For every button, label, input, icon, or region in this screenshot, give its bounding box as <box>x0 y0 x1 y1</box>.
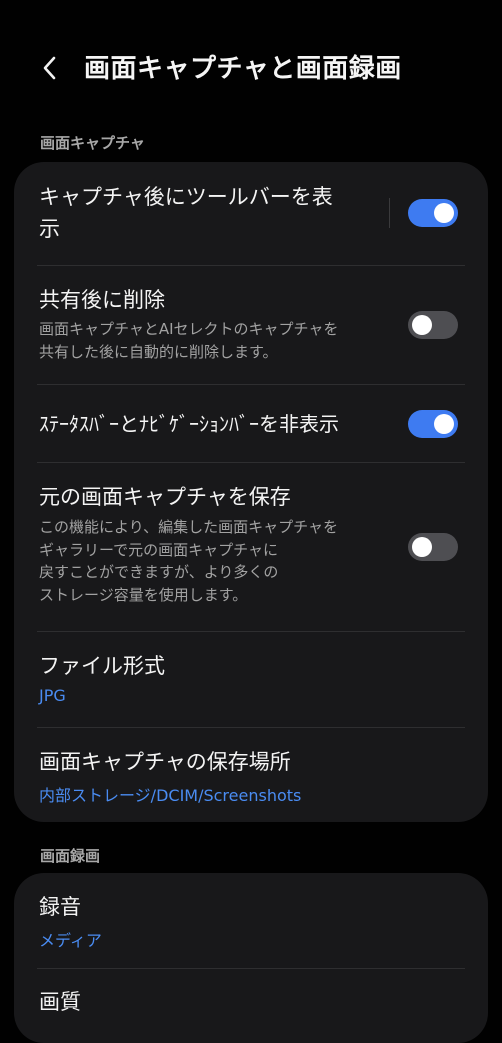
hide-status-nav-bar-toggle[interactable] <box>408 410 458 438</box>
back-button[interactable] <box>30 48 70 88</box>
description-line: 共有した後に自動的に削除します。 <box>39 342 278 361</box>
toggle-knob <box>434 203 454 223</box>
setting-title: 録音 <box>39 895 81 919</box>
screen-capture-card: キャプチャ後にツールバーを表 示 共有後に削除 画面キャプチャとAIセレクトのキ… <box>14 162 488 822</box>
delete-after-share-toggle[interactable] <box>408 311 458 339</box>
app-header: 画面キャプチャと画面録画 <box>0 0 502 130</box>
setting-toolbar-after-capture[interactable]: キャプチャ後にツールバーを表 示 <box>14 162 488 266</box>
setting-value: 内部ストレージ/DCIM/Screenshots <box>39 786 302 805</box>
toolbar-after-capture-toggle[interactable] <box>408 199 458 227</box>
section-label-screen-recording: 画面録画 <box>40 847 101 865</box>
setting-title: 共有後に削除 <box>39 288 165 312</box>
description-line: ストレージ容量を使用します。 <box>39 585 248 604</box>
setting-description: 画面キャプチャとAIセレクトのキャプチャを 共有した後に自動的に削除します。 <box>39 318 389 363</box>
setting-title: キャプチャ後にツールバーを表 示 <box>39 181 333 245</box>
page-title: 画面キャプチャと画面録画 <box>84 54 402 84</box>
setting-title: ｽﾃｰﾀｽﾊﾞｰとﾅﾋﾞｹﾞｰｼｮﾝﾊﾞｰを非表示 <box>39 412 339 436</box>
toggle-knob <box>412 315 432 335</box>
setting-save-location[interactable]: 画面キャプチャの保存場所 内部ストレージ/DCIM/Screenshots <box>14 728 488 822</box>
chevron-left-icon <box>43 56 56 80</box>
setting-title: 画質 <box>39 990 81 1014</box>
description-line: 画面キャプチャとAIセレクトのキャプチャを <box>39 320 339 338</box>
setting-value: メディア <box>39 931 102 950</box>
setting-title: 画面キャプチャの保存場所 <box>39 750 291 774</box>
setting-file-format[interactable]: ファイル形式 JPG <box>14 632 488 727</box>
setting-audio[interactable]: 録音 メディア <box>14 873 488 968</box>
description-line: この機能により、編集した画面キャプチャを <box>39 518 338 536</box>
setting-title: 元の画面キャプチャを保存 <box>39 485 291 509</box>
setting-title-line: キャプチャ後にツールバーを表 <box>39 185 333 209</box>
setting-save-original[interactable]: 元の画面キャプチャを保存 この機能により、編集した画面キャプチャを ギャラリーで… <box>14 463 488 631</box>
setting-hide-status-nav-bar[interactable]: ｽﾃｰﾀｽﾊﾞｰとﾅﾋﾞｹﾞｰｼｮﾝﾊﾞｰを非表示 <box>14 385 488 463</box>
vertical-separator <box>389 198 390 228</box>
setting-quality[interactable]: 画質 <box>14 969 488 1043</box>
description-line: ギャラリーで元の画面キャプチャに <box>39 540 278 559</box>
setting-title-line: 示 <box>39 217 60 241</box>
screen-recording-card: 録音 メディア 画質 <box>14 873 488 1043</box>
toggle-knob <box>412 537 432 557</box>
toggle-knob <box>434 414 454 434</box>
setting-description: この機能により、編集した画面キャプチャを ギャラリーで元の画面キャプチャに 戻す… <box>39 516 389 606</box>
save-original-toggle[interactable] <box>408 533 458 561</box>
setting-title: ファイル形式 <box>39 654 165 678</box>
description-line: 戻すことができますが、より多くの <box>39 563 279 581</box>
section-label-screen-capture: 画面キャプチャ <box>40 134 145 152</box>
setting-value: JPG <box>39 686 66 705</box>
setting-delete-after-share[interactable]: 共有後に削除 画面キャプチャとAIセレクトのキャプチャを 共有した後に自動的に削… <box>14 266 488 384</box>
